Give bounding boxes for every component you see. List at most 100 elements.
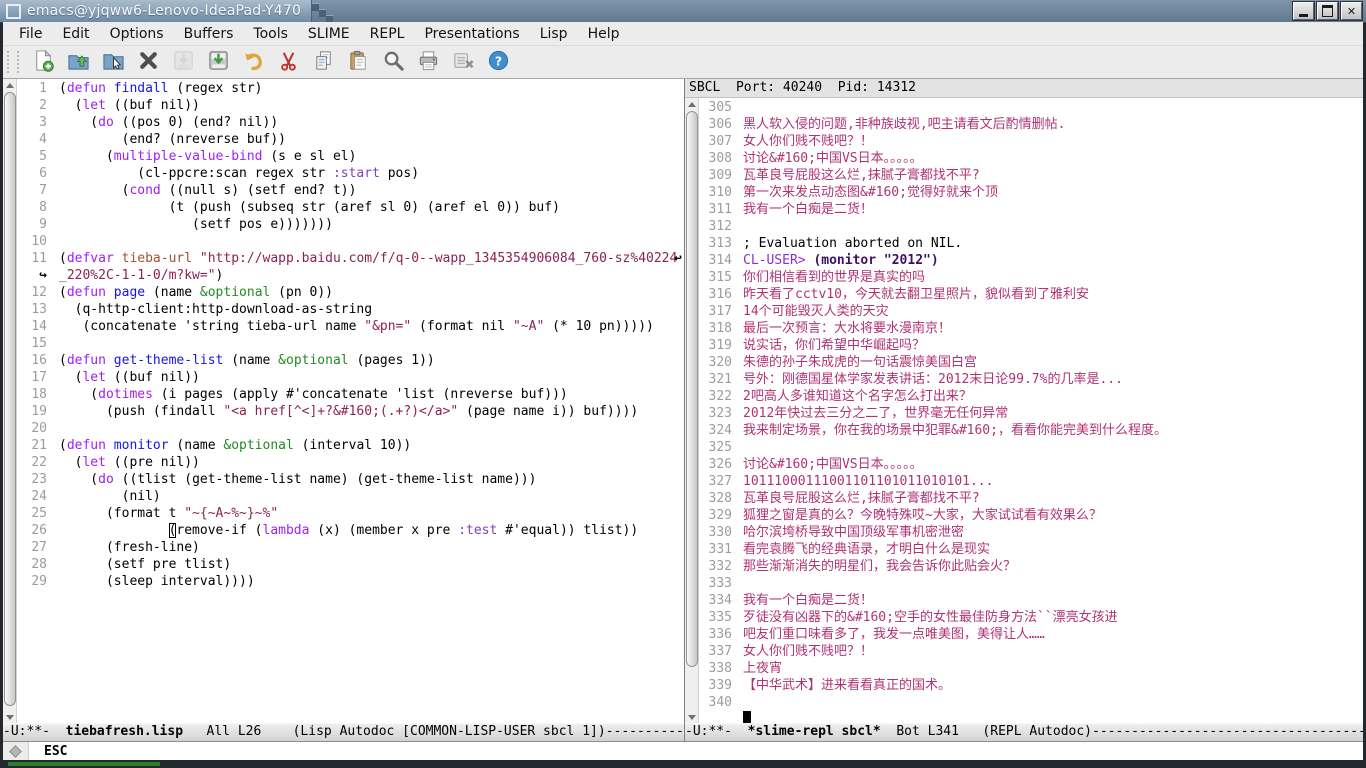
left-scrollbar-thumb[interactable] [4, 92, 16, 706]
scroll-down-arrow-icon[interactable] [3, 711, 16, 723]
line-number: 328 [708, 491, 732, 506]
repl-buffer[interactable]: 305 306 黑人软入侵的问题,非种族歧视,吧主请看文后酌情删帖. 307 女人你们贱… [699, 98, 1363, 723]
line-text: 2吧高人多谁知道这个名字怎么打出来？ [740, 388, 1363, 405]
window-icon [6, 3, 21, 19]
text-segment: "<a href[^<]+?&#160;(.+?)</a>" [223, 404, 459, 419]
text-segment: 女人你们贱不贱吧？！ [743, 134, 874, 149]
text-segment: 看完袁腾飞的经典语录，才明白什么是现实 [743, 542, 991, 557]
echo-area-text: ESC [44, 743, 68, 759]
menu-item-edit[interactable]: Edit [52, 24, 99, 44]
close-buffer-button[interactable] [135, 49, 161, 75]
line-number: 337 [708, 644, 732, 659]
menu-item-file[interactable]: File [9, 24, 52, 44]
line-number: 16 [31, 353, 47, 368]
line-number: 335 [708, 610, 732, 625]
source-buffer[interactable]: 1 (defun findall (regex str) 2 (let ((buf … [17, 79, 684, 723]
repl-headerline: SBCL Port: 40240 Pid: 14312 [685, 79, 1363, 98]
text-segment: (i pages (apply #'concatenate 'list (nre… [152, 387, 568, 402]
text-segment: _220%2C-1-1-0/m?kw=" [59, 268, 216, 283]
line-number: 9 [39, 217, 47, 232]
right-scrollbar[interactable] [685, 98, 699, 723]
search-icon [382, 49, 405, 76]
modeline-flags: -U:**- [3, 724, 66, 739]
repl-line: 307 女人你们贱不贱吧？！ [699, 133, 1363, 150]
line-number: 332 [708, 559, 732, 574]
scroll-up-arrow-icon[interactable] [685, 98, 698, 110]
dired-icon [102, 49, 125, 76]
code-line: 29 (sleep interval)))) [17, 573, 684, 590]
line-text: (defun findall (regex str) [56, 80, 684, 97]
customize-button[interactable] [450, 49, 476, 75]
menu-item-buffers[interactable]: Buffers [174, 24, 244, 44]
titlebar[interactable]: emacs@yjqww6-Lenovo-IdeaPad-Y470 ✕ [0, 0, 1366, 23]
undo-button[interactable] [240, 49, 266, 75]
code-line: 9 (setf pos e))))))) [17, 216, 684, 233]
line-text: 2012年快过去三分之二了，世界毫无任何异常 [740, 405, 1363, 422]
code-line: 24 (nil) [17, 488, 684, 505]
text-segment: (fresh-line) [59, 540, 200, 555]
text-segment: 狐狸之窗是真的么？今晚特殊哎~大家，大家试试看有效果么？ [743, 508, 1102, 523]
repl-modeline[interactable]: -U:**- *slime-repl sbcl* Bot L341 (REPL … [685, 723, 1363, 742]
window-title: emacs@yjqww6-Lenovo-IdeaPad-Y470 [27, 3, 302, 19]
scroll-down-arrow-icon[interactable] [685, 711, 698, 723]
menu-item-presentations[interactable]: Presentations [414, 24, 529, 44]
code-line: 7 (cond ((null s) (setf end? t)) [17, 182, 684, 199]
line-number: 318 [708, 321, 732, 336]
repl-line: 318 最后一次预言：大水将要水漫南京！ [699, 320, 1363, 337]
text-segment [192, 251, 200, 266]
line-number: 306 [708, 117, 732, 132]
text-segment: monitor [113, 438, 169, 453]
line-number: 25 [31, 506, 47, 521]
line-number: 305 [708, 100, 732, 115]
dired-button[interactable] [100, 49, 126, 75]
close-button[interactable]: ✕ [1341, 2, 1362, 20]
line-text: 号外：刚德国星体学家发表讲话：2012末日论99.7%的几率是... [740, 371, 1363, 388]
text-segment [59, 523, 169, 538]
right-scrollbar-thumb[interactable] [686, 111, 698, 667]
menu-item-tools[interactable]: Tools [243, 24, 298, 44]
line-number: 316 [708, 287, 732, 302]
text-segment: defvar [66, 251, 114, 266]
text-segment: 2吧高人多谁知道这个名字怎么打出来？ [743, 389, 972, 404]
text-segment: (name [145, 285, 200, 300]
toolbar-handle[interactable] [7, 51, 19, 73]
text-segment: 吧友们重口味看多了，我发一点唯美图，美得让人…… [743, 627, 1045, 642]
minimize-button[interactable] [1293, 2, 1314, 20]
code-line: 16 (defun get-theme-list (name &optional … [17, 352, 684, 369]
line-number: 26 [31, 523, 47, 538]
menu-item-repl[interactable]: REPL [360, 24, 415, 44]
line-text: 看完袁腾飞的经典语录，才明白什么是现实 [740, 541, 1363, 558]
open-file-button[interactable] [65, 49, 91, 75]
minibuffer[interactable]: ESC [3, 742, 1363, 760]
cut-button[interactable] [275, 49, 301, 75]
line-text: (cond ((null s) (setf end? t)) [56, 182, 684, 199]
new-file-button[interactable] [30, 49, 56, 75]
scroll-up-arrow-icon[interactable] [3, 79, 16, 91]
menu-item-slime[interactable]: SLIME [298, 24, 360, 44]
maximize-button[interactable] [1317, 2, 1338, 20]
text-segment: lambda [262, 523, 310, 538]
menu-item-lisp[interactable]: Lisp [530, 24, 578, 44]
copy-button[interactable] [310, 49, 336, 75]
repl-line: 308 讨论&#160;中国VS日本。。。。。 [699, 150, 1363, 167]
text-segment: 【中华武术】进来看看真正的国术。 [743, 678, 952, 693]
repl-line: 320 朱德的孙子朱成虎的一句话震惊美国白宫 [699, 354, 1363, 371]
text-segment: 说实话，你们希望中华崛起吗？ [743, 338, 926, 353]
line-number: 29 [31, 574, 47, 589]
help-button[interactable]: ? [485, 49, 511, 75]
menu-item-help[interactable]: Help [578, 24, 630, 44]
save-button[interactable] [170, 49, 196, 75]
text-segment: let [82, 98, 106, 113]
menu-item-options[interactable]: Options [100, 24, 174, 44]
source-modeline[interactable]: -U:**- tiebafresh.lisp All L26 (Lisp Aut… [3, 723, 684, 742]
text-segment: (setf pos e))))))) [59, 217, 333, 232]
left-scrollbar[interactable] [3, 79, 17, 723]
save-as-button[interactable] [205, 49, 231, 75]
line-text: 第一次来发点动态图&#160;觉得好就来个顶 [740, 184, 1363, 201]
paste-button[interactable] [345, 49, 371, 75]
repl-line: 314 CL-USER> (monitor "2012") [699, 252, 1363, 269]
text-segment: ((pre nil)) [105, 455, 200, 470]
print-button[interactable] [415, 49, 441, 75]
close-icon: ✕ [1346, 4, 1357, 18]
search-button[interactable] [380, 49, 406, 75]
